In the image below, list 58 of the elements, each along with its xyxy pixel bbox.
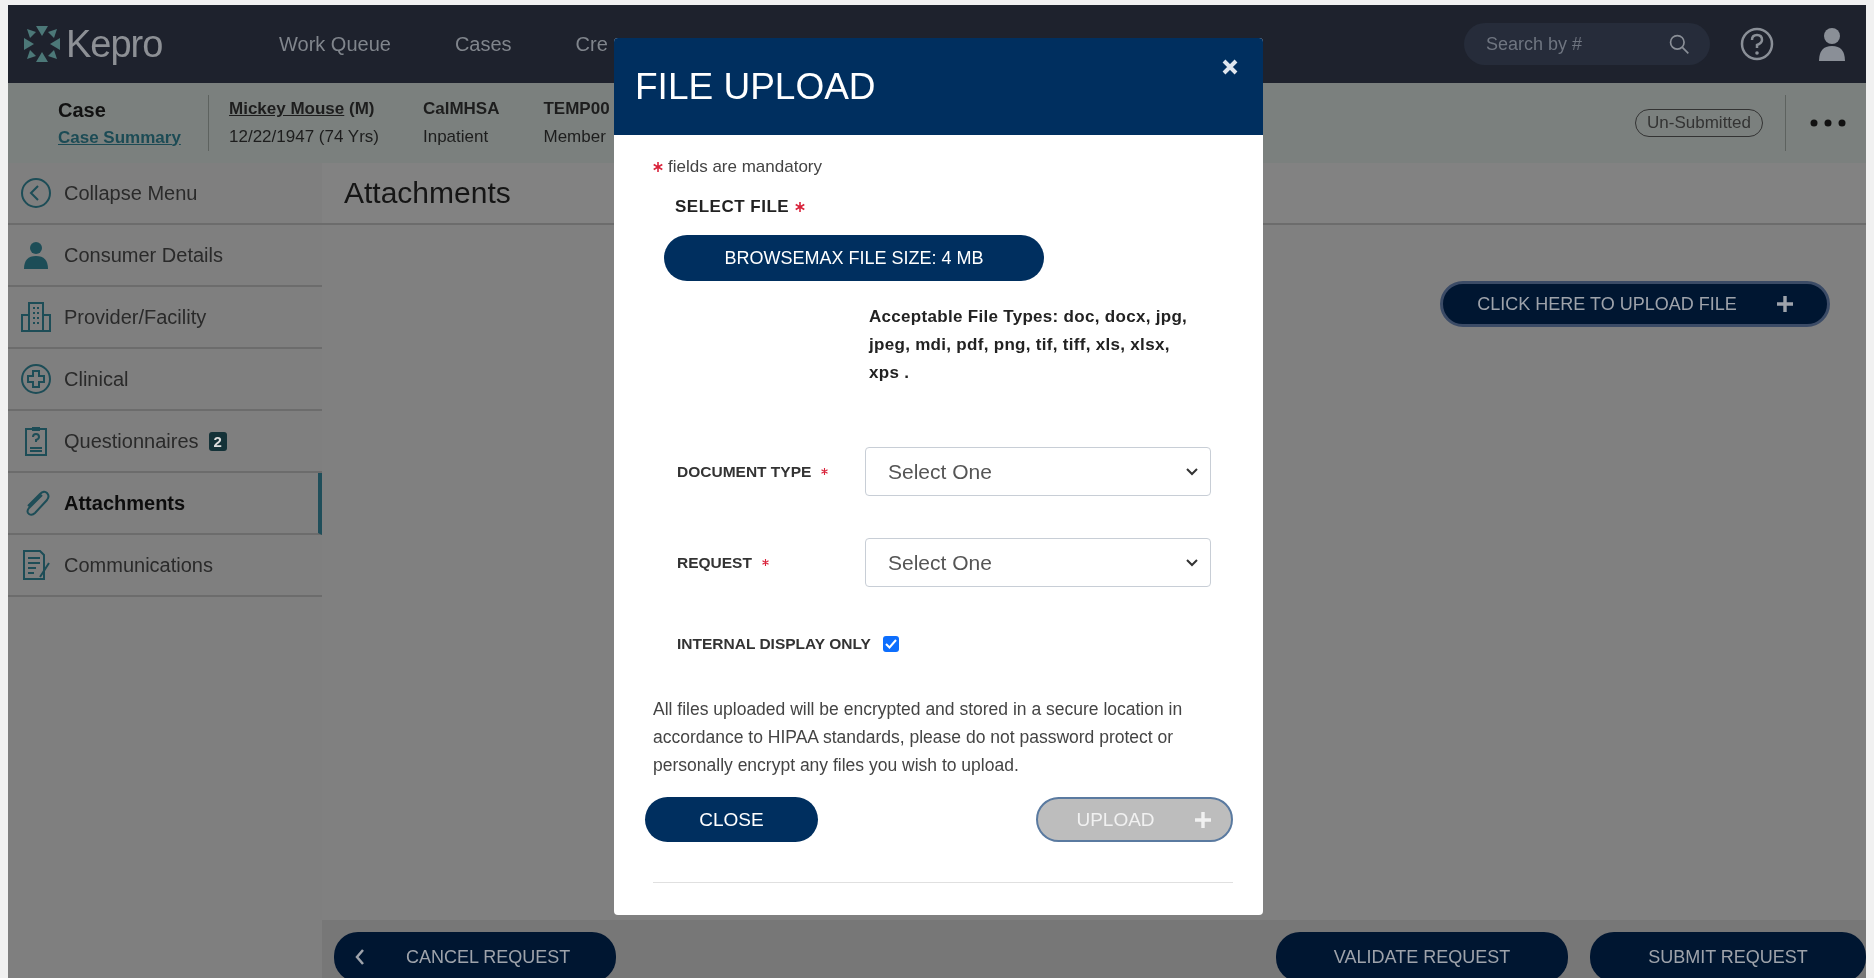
select-field[interactable]: Select One xyxy=(865,538,1211,587)
user-icon[interactable] xyxy=(1818,27,1846,61)
cancel-request-button[interactable]: CANCEL REQUEST xyxy=(334,932,616,978)
plus-icon xyxy=(1194,811,1211,828)
member-id: TEMP00 xyxy=(543,99,610,119)
required-icon xyxy=(795,202,806,212)
file-types-text: Acceptable File Types: doc, docx, jpg, jpeg, mdi, pdf, png, tif, tiff, xls, xlsx, xps . xyxy=(869,306,1189,384)
document-icon xyxy=(20,549,52,581)
select-field[interactable]: Select One xyxy=(865,447,1211,496)
search-field[interactable]: Search by # xyxy=(1464,23,1710,65)
submit-request-button[interactable]: SUBMIT REQUEST xyxy=(1590,932,1866,978)
sidebar-label: Communications xyxy=(64,553,213,577)
field-label: DOCUMENT TYPE xyxy=(677,462,812,481)
nav-link[interactable]: Cre xyxy=(575,32,608,56)
required-icon xyxy=(653,162,663,172)
sidebar-label: Collapse Menu xyxy=(64,181,198,205)
more-icon[interactable] xyxy=(1810,119,1846,127)
case-label: Case xyxy=(58,98,107,122)
back-icon xyxy=(20,177,52,209)
close-button[interactable]: CLOSE xyxy=(645,797,818,842)
required-icon xyxy=(761,559,769,566)
mandatory-note: fields are mandatory xyxy=(668,157,823,177)
search-field[interactable]: Search by # xyxy=(1484,32,1668,56)
plus-icon xyxy=(1776,296,1793,312)
member-label: Member xyxy=(543,127,607,147)
field-label: SELECT FILE xyxy=(675,197,790,217)
dropdown-icon xyxy=(1186,467,1198,476)
browse-button[interactable]: BROWSEMAX FILE SIZE: 4 MB xyxy=(664,235,1044,281)
checkbox-label: INTERNAL DISPLAY ONLY xyxy=(677,635,871,653)
logo-text: Kepro xyxy=(66,22,163,66)
field-label: REQUEST xyxy=(677,553,752,572)
chevron-left-icon xyxy=(354,948,366,966)
logo-icon xyxy=(22,24,62,64)
sidebar-label: Questionnaires xyxy=(64,429,199,453)
plan-name: CalMHSA xyxy=(422,99,500,119)
checkbox[interactable] xyxy=(882,636,899,652)
validate-request-button[interactable]: VALIDATE REQUEST xyxy=(1276,932,1568,978)
sidebar-label: Clinical xyxy=(64,367,129,391)
sidebar-label: Provider/Facility xyxy=(64,305,207,329)
upload-file-button[interactable]: CLICK HERE TO UPLOAD FILE xyxy=(1440,281,1830,327)
sidebar-label: Attachments xyxy=(64,491,186,515)
required-icon xyxy=(821,468,829,475)
security-notice: All files uploaded will be encrypted and stored in a secure location in accordance to HIPAA standards, please do not password protect or personally encrypt any files you wish to upload. xyxy=(653,698,1184,777)
help-icon[interactable] xyxy=(1740,27,1774,61)
nav-link[interactable]: Cases xyxy=(454,32,512,56)
dialog-title: FILE UPLOAD xyxy=(635,65,876,108)
close-icon[interactable] xyxy=(1221,57,1239,76)
sidebar-item[interactable]: Questionnaires 2 xyxy=(8,411,322,473)
count-badge: 2 xyxy=(208,431,227,451)
sidebar-label: Consumer Details xyxy=(64,243,223,267)
dropdown-icon xyxy=(1186,558,1198,567)
consumer-name: Mickey Mouse (M) xyxy=(229,99,376,119)
medical-cross-icon xyxy=(20,363,52,395)
building-icon xyxy=(20,301,52,333)
page-title: Attachments xyxy=(344,176,511,210)
setting-text: Inpatient xyxy=(422,127,490,147)
consumer-dob: 12/22/1947 (74 Yrs) xyxy=(229,127,379,147)
nav-link[interactable]: Work Queue xyxy=(279,32,391,56)
